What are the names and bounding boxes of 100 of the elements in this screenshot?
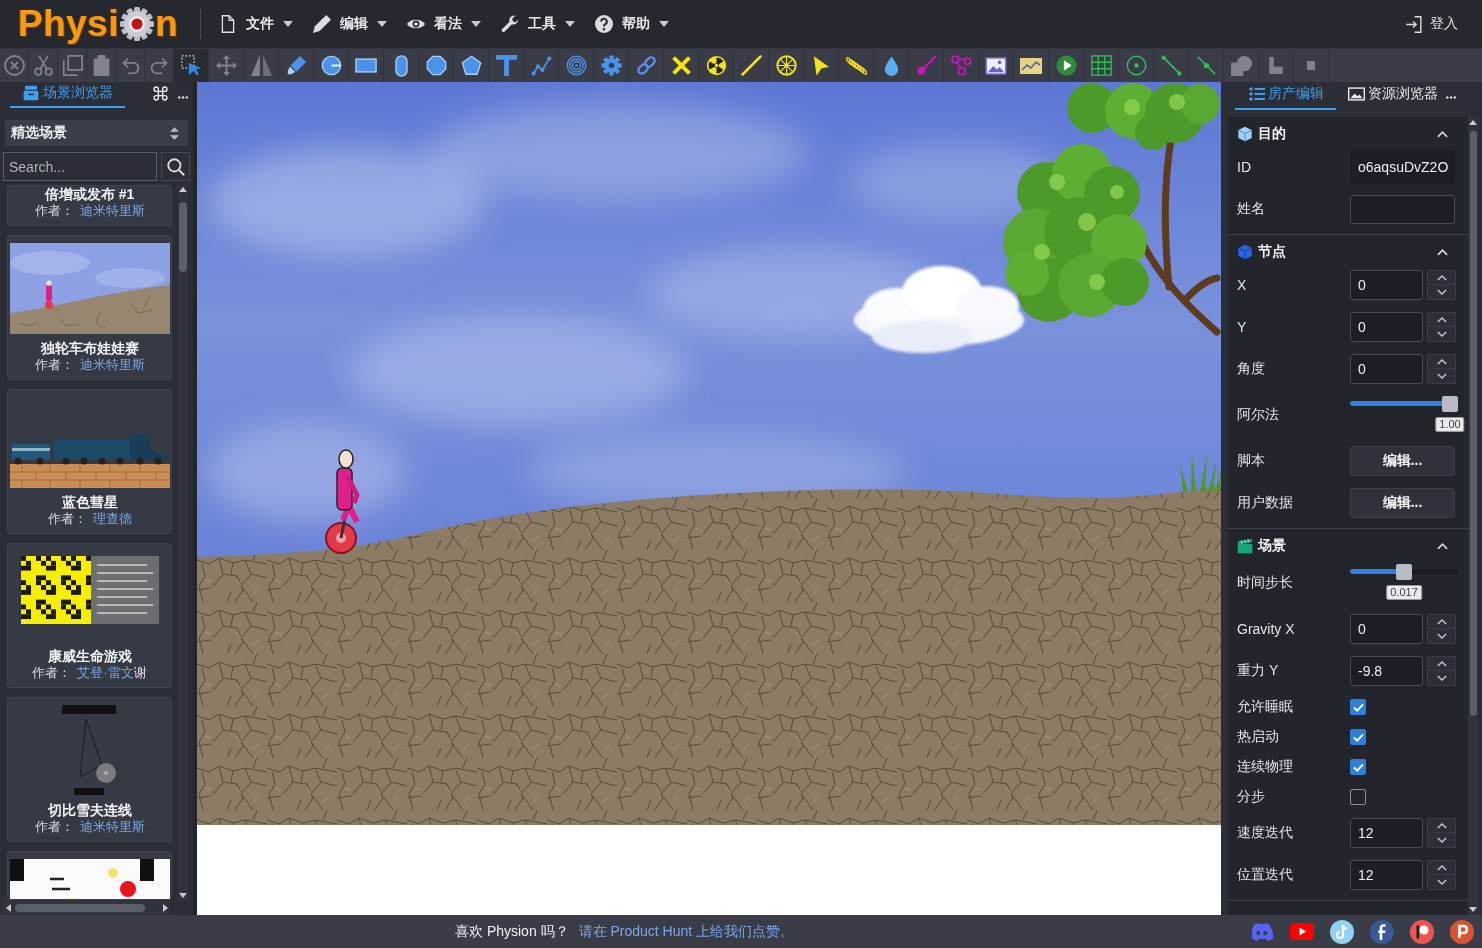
search-button[interactable] — [161, 152, 190, 181]
scene-card[interactable]: 蓝色彗星 作者： 理查德 — [7, 389, 172, 534]
increment-button[interactable] — [1427, 270, 1456, 285]
patreon-icon[interactable] — [1410, 919, 1434, 944]
scene-filter-dropdown[interactable]: 精选场景 — [5, 120, 188, 146]
number-input[interactable]: 12 — [1350, 818, 1423, 848]
number-input[interactable]: 0 — [1350, 312, 1423, 342]
number-input[interactable]: 12 — [1350, 860, 1423, 890]
youtube-icon[interactable] — [1290, 923, 1314, 940]
scene-card[interactable]: 倍增或发布 #1 作者： 迪米特里斯 — [7, 185, 172, 226]
scissors-icon — [32, 55, 54, 76]
decrement-button[interactable] — [1427, 671, 1456, 686]
scrollbar-thumb[interactable] — [179, 202, 187, 272]
marker-icon — [285, 55, 307, 76]
number-input[interactable]: 0 — [1350, 354, 1423, 384]
increment-button[interactable] — [1427, 354, 1456, 369]
number-input[interactable]: -9.8 — [1350, 656, 1423, 686]
collapse-button[interactable] — [1435, 540, 1450, 552]
polyline-icon — [530, 55, 552, 76]
target-icon — [1125, 55, 1147, 76]
product-hunt-link[interactable]: 请在 Product Hunt 上给我们点赞。 — [578, 922, 795, 941]
author-link[interactable]: 迪米特里斯 — [79, 357, 145, 373]
command-icon[interactable] — [153, 86, 168, 101]
copy-icon — [61, 55, 83, 76]
scene-canvas[interactable] — [197, 82, 1221, 915]
scene-card[interactable]: 独轮车布娃娃赛 作者： 迪米特里斯 — [7, 235, 172, 380]
discord-icon[interactable] — [1250, 922, 1274, 941]
panel-tab[interactable]: 房产编辑 — [1235, 85, 1336, 110]
menu-button[interactable]: 工具 — [491, 7, 585, 41]
more-icon[interactable] — [1446, 96, 1456, 99]
scroll-up-arrow-icon — [1469, 120, 1477, 125]
checkbox[interactable] — [1350, 699, 1366, 715]
edit-button[interactable]: 编辑... — [1350, 488, 1455, 518]
logo-text: n — [155, 4, 179, 44]
edit-button[interactable]: 编辑... — [1350, 446, 1455, 476]
login-button[interactable]: 登入 — [1403, 11, 1460, 37]
decrement-button[interactable] — [1427, 833, 1456, 848]
chevron-down-icon — [1436, 633, 1447, 639]
increment-button[interactable] — [1427, 656, 1456, 671]
decrement-button[interactable] — [1427, 285, 1456, 300]
increment-button[interactable] — [1427, 818, 1456, 833]
tiktok-icon[interactable] — [1330, 919, 1354, 944]
number-input[interactable]: 0 — [1350, 614, 1423, 644]
menu-button[interactable]: 文件 — [209, 7, 303, 41]
scene-card[interactable]: 切比雪夫连线 作者： 迪米特里斯 — [7, 697, 172, 842]
facebook-icon[interactable] — [1370, 919, 1394, 944]
text-tool-icon — [495, 55, 517, 76]
chevron-up-icon — [1436, 274, 1447, 281]
checkbox[interactable] — [1350, 729, 1366, 745]
scrollbar-thumb[interactable] — [1469, 131, 1477, 716]
slider-thumb[interactable] — [1396, 564, 1412, 580]
menu-button[interactable]: 帮助 — [585, 7, 679, 41]
chevron-down-icon — [1436, 373, 1447, 379]
scene-card[interactable] — [7, 851, 172, 900]
caret-icon — [565, 21, 575, 27]
vertical-scrollbar[interactable] — [178, 185, 188, 900]
list-icon — [1249, 87, 1265, 101]
scroll-right-arrow-icon — [163, 903, 168, 912]
checkbox[interactable] — [1350, 759, 1366, 775]
increment-button[interactable] — [1427, 614, 1456, 629]
field-label: 连续物理 — [1237, 758, 1294, 776]
panel-tab[interactable]: 资源浏览器 — [1336, 85, 1444, 110]
line-icon — [740, 55, 762, 76]
scrollbar-thumb[interactable] — [15, 903, 145, 912]
checkmark-icon — [1352, 732, 1364, 742]
nodes-icon — [950, 55, 972, 76]
grass-tuft — [1180, 453, 1221, 492]
menu-button[interactable]: 编辑 — [303, 7, 397, 41]
panel-tab[interactable]: 场景浏览器 — [10, 84, 125, 108]
increment-button[interactable] — [1427, 312, 1456, 327]
decrement-button[interactable] — [1427, 369, 1456, 384]
rectangle-icon — [355, 58, 377, 73]
horizontal-scrollbar[interactable] — [3, 900, 170, 915]
menu-button[interactable]: 看法 — [397, 7, 491, 41]
cube-icon — [1237, 126, 1253, 142]
scene-card[interactable]: 康威生命游戏 作者： 艾登·雷文谢 — [7, 543, 172, 688]
slider-thumb[interactable] — [1442, 396, 1458, 412]
chevron-down-icon — [1436, 837, 1447, 843]
collapse-button[interactable] — [1435, 128, 1450, 140]
number-input[interactable]: 0 — [1350, 270, 1423, 300]
collapse-button[interactable] — [1435, 246, 1450, 258]
decrement-button[interactable] — [1427, 629, 1456, 644]
text-input[interactable] — [1350, 194, 1455, 224]
checkbox[interactable] — [1350, 789, 1366, 805]
author-link[interactable]: 迪米特里斯 — [79, 819, 145, 835]
decrement-button[interactable] — [1427, 875, 1456, 890]
decrement-button[interactable] — [1427, 327, 1456, 342]
product-hunt-icon[interactable] — [1450, 919, 1474, 944]
vertical-scrollbar[interactable] — [1468, 117, 1478, 915]
field-label: 姓名 — [1237, 200, 1266, 218]
cube-icon — [1237, 244, 1253, 260]
search-field[interactable]: Search... — [3, 152, 157, 181]
field-label: X — [1237, 277, 1248, 293]
author-link[interactable]: 迪米特里斯 — [79, 203, 145, 219]
increment-button[interactable] — [1427, 860, 1456, 875]
author-link[interactable]: 艾登·雷文 — [77, 665, 134, 681]
scene-title: 蓝色彗星 — [61, 494, 118, 511]
author-link[interactable]: 理查德 — [92, 511, 132, 527]
field-label: 允许睡眠 — [1237, 698, 1294, 716]
more-icon[interactable] — [178, 96, 188, 99]
